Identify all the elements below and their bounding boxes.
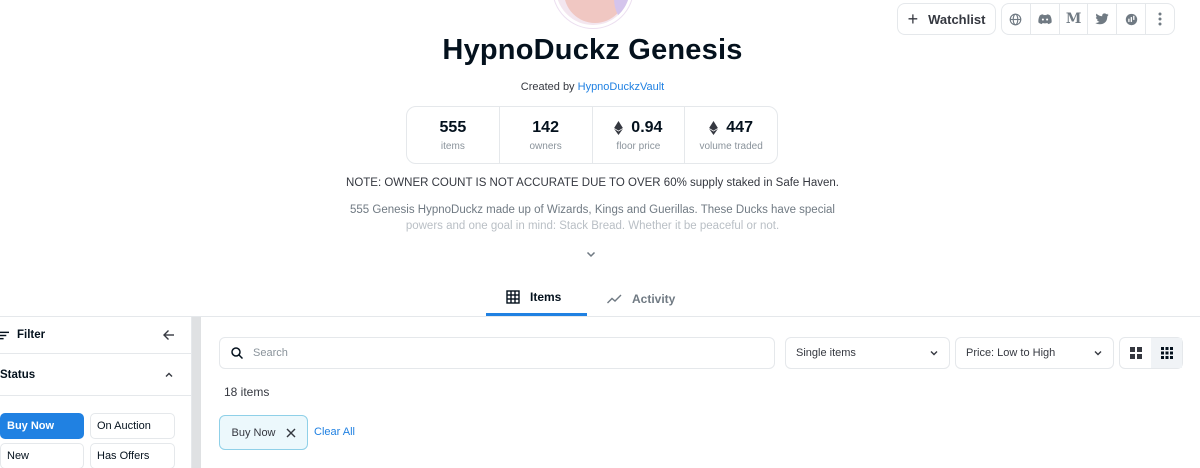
tab-label: Items [530, 290, 562, 304]
tab-activity[interactable]: Activity [587, 281, 695, 316]
large-grid-view-button[interactable] [1120, 338, 1151, 368]
creator-link[interactable]: HypnoDuckzVault [578, 81, 665, 93]
status-section-header[interactable]: Status [0, 354, 192, 396]
view-toggle [1119, 337, 1183, 369]
medium-icon: M [1065, 11, 1082, 27]
stat-label: floor price [616, 140, 661, 152]
status-buy-now-button[interactable]: Buy Now [0, 413, 84, 439]
chevron-down-icon [930, 351, 938, 356]
stat-value: 555 [440, 119, 467, 137]
tab-label: Activity [632, 291, 676, 306]
collection-stats: 555 items 142 owners 0.94 floor price 44… [406, 106, 778, 164]
active-filter-chip[interactable]: Buy Now [219, 415, 308, 450]
large-grid-icon [1129, 347, 1142, 359]
twitter-icon [1095, 13, 1109, 25]
select-value: Price: Low to High [966, 347, 1056, 359]
medium-button[interactable]: M [1060, 4, 1089, 34]
filter-title: Filter [0, 329, 45, 341]
tab-items[interactable]: Items [486, 281, 587, 316]
social-links: M [1001, 3, 1175, 35]
item-count: 18 items [224, 385, 270, 399]
status-on-auction-button[interactable]: On Auction [90, 413, 175, 439]
collection-title: HypnoDuckz Genesis [442, 34, 743, 66]
status-has-offers-button[interactable]: Has Offers [90, 443, 175, 468]
explorer-button[interactable] [1117, 4, 1147, 34]
stat-label: owners [529, 140, 562, 152]
owner-count-note: NOTE: OWNER COUNT IS NOT ACCURATE DUE TO… [346, 177, 839, 189]
grid-icon [506, 290, 520, 304]
filter-sidebar: Filter Status Buy Now On Auction New Has… [0, 317, 192, 468]
stat-label: items [440, 140, 465, 152]
stat-value-text: 555 [439, 118, 467, 136]
chip-label: Buy Now [231, 426, 276, 439]
chevron-down-icon [586, 251, 596, 258]
collection-tabs: Items Activity [486, 281, 695, 316]
chevron-up-icon [165, 372, 173, 377]
stat-items[interactable]: 555 items [407, 107, 500, 163]
watchlist-label: Watchlist [928, 11, 986, 27]
description-line: powers and one goal in mind: Stack Bread… [405, 220, 780, 232]
compact-grid-icon [1160, 347, 1173, 359]
stat-value: 447 [709, 119, 753, 137]
activity-icon [607, 294, 622, 303]
chevron-down-icon [1094, 351, 1102, 356]
watchlist-button[interactable]: + Watchlist [897, 3, 996, 35]
stat-value-text: 447 [726, 118, 753, 136]
stat-value: 0.94 [614, 119, 662, 137]
stat-value: 142 [532, 119, 559, 137]
expand-description-button[interactable] [585, 248, 597, 260]
created-by: Created by HypnoDuckzVault [0, 81, 1185, 93]
plus-icon: + [907, 9, 919, 29]
filter-icon [0, 331, 9, 339]
search-placeholder: Search [253, 347, 288, 359]
sidebar-scrollbar[interactable] [192, 317, 201, 468]
filter-header: Filter [0, 317, 192, 354]
ethereum-icon [709, 120, 719, 135]
globe-icon [1010, 13, 1022, 25]
twitter-button[interactable] [1088, 4, 1118, 34]
created-by-prefix: Created by [520, 81, 575, 93]
select-value: Single items [796, 347, 856, 359]
stat-floor-price[interactable]: 0.94 floor price [593, 107, 686, 163]
stat-label: volume traded [699, 140, 763, 152]
search-bar[interactable]: Search [219, 337, 775, 369]
ethereum-icon [614, 120, 624, 135]
status-new-button[interactable]: New [0, 443, 84, 468]
compact-grid-view-button[interactable] [1151, 338, 1182, 368]
discord-button[interactable] [1031, 4, 1060, 34]
collection-avatar [553, 0, 633, 28]
stat-value-text: 0.94 [631, 118, 663, 136]
sort-select[interactable]: Price: Low to High [955, 337, 1114, 369]
stat-owners[interactable]: 142 owners [500, 107, 593, 163]
filter-label: Filter [17, 329, 46, 341]
collection-description: 555 Genesis HypnoDuckz made up of Wizard… [340, 202, 845, 234]
more-icon [1158, 12, 1162, 26]
items-type-select[interactable]: Single items [785, 337, 950, 369]
discord-icon [1038, 14, 1052, 25]
close-icon[interactable] [286, 428, 296, 438]
search-icon [231, 347, 243, 359]
explorer-icon [1125, 13, 1137, 25]
stat-value-text: 142 [532, 118, 559, 136]
website-button[interactable] [1002, 4, 1031, 34]
description-line: 555 Genesis HypnoDuckz made up of Wizard… [350, 204, 835, 216]
clear-all-link[interactable]: Clear All [314, 426, 355, 438]
collapse-sidebar-icon[interactable] [163, 329, 175, 341]
stat-volume-traded[interactable]: 447 volume traded [685, 107, 777, 163]
status-label: Status [0, 368, 36, 381]
more-button[interactable] [1146, 4, 1174, 34]
